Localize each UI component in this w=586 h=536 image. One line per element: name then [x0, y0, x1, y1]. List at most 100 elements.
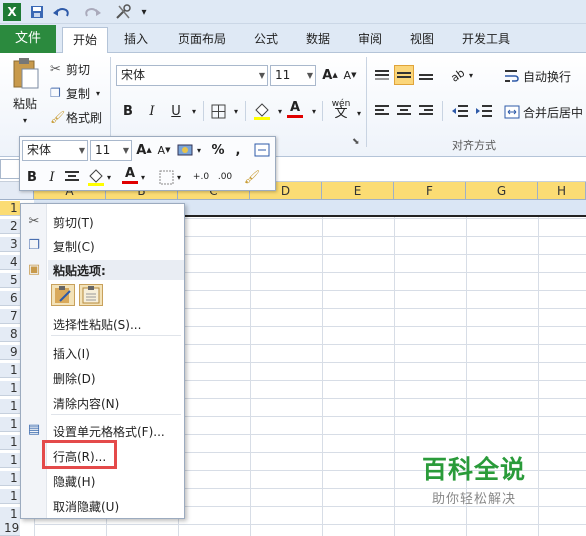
- mini-number-format-button[interactable]: [176, 140, 196, 160]
- borders-dropdown[interactable]: ▾: [226, 101, 246, 121]
- menu-item-copy[interactable]: 复制(C): [53, 238, 95, 255]
- mini-comma-button[interactable]: ,: [228, 140, 248, 160]
- menu-item-delete[interactable]: 删除(D): [53, 370, 96, 387]
- row-header[interactable]: 6: [0, 291, 20, 306]
- align-middle-button[interactable]: [394, 65, 414, 85]
- bold-button[interactable]: B: [118, 101, 138, 121]
- mini-grow-font-button[interactable]: A ▲: [134, 140, 154, 160]
- font-color-button[interactable]: A: [285, 99, 305, 119]
- wrap-text-button[interactable]: 自动换行: [504, 67, 571, 85]
- row-header[interactable]: 4: [0, 255, 20, 270]
- save-button[interactable]: [28, 3, 46, 21]
- merge-center-button[interactable]: 合并后居中: [504, 103, 583, 121]
- row-header[interactable]: 9: [0, 345, 20, 360]
- grow-font-button[interactable]: A ▲: [320, 65, 340, 85]
- column-header[interactable]: E: [322, 182, 394, 200]
- menu-item-format-cells[interactable]: 设置单元格格式(F)...: [53, 423, 165, 440]
- fill-color-button[interactable]: [252, 101, 272, 121]
- menu-item-clear-contents[interactable]: 清除内容(N): [53, 395, 119, 412]
- underline-button[interactable]: U: [166, 101, 186, 121]
- mini-borders-button[interactable]: [156, 167, 176, 187]
- row-header[interactable]: 1: [0, 507, 20, 522]
- row-header[interactable]: 1: [0, 381, 20, 396]
- increase-indent-button[interactable]: [474, 101, 494, 121]
- tab-formulas[interactable]: 公式: [246, 27, 286, 53]
- tools-button[interactable]: [113, 3, 135, 21]
- mini-font-combo[interactable]: 宋体 ▼: [22, 140, 88, 161]
- tab-data[interactable]: 数据: [298, 27, 338, 53]
- row-header[interactable]: 1: [0, 453, 20, 468]
- menu-item-insert[interactable]: 插入(I): [53, 345, 90, 362]
- orientation-dropdown[interactable]: ▾: [466, 65, 476, 85]
- align-center-button[interactable]: [394, 101, 414, 121]
- mini-italic-button[interactable]: I: [42, 167, 62, 187]
- phonetic-button[interactable]: wén 文: [326, 99, 356, 120]
- mini-number-format-dropdown[interactable]: ▾: [194, 140, 204, 160]
- row-header[interactable]: 1: [0, 489, 20, 504]
- copy-button[interactable]: ❐ 复制 ▾: [50, 84, 100, 102]
- mini-font-color-button[interactable]: A: [120, 165, 140, 185]
- shrink-font-button[interactable]: A ▼: [340, 65, 360, 85]
- format-painter-button[interactable]: 🖌 格式刷: [50, 108, 102, 126]
- italic-button[interactable]: I: [142, 101, 162, 121]
- align-top-button[interactable]: [372, 65, 392, 85]
- mini-center-button[interactable]: [62, 167, 82, 187]
- mini-percent-button[interactable]: %: [208, 140, 228, 160]
- mini-font-color-dropdown[interactable]: ▾: [138, 167, 148, 187]
- row-header[interactable]: 1: [0, 417, 20, 432]
- tab-developer[interactable]: 开发工具: [454, 27, 518, 53]
- mini-fill-dropdown[interactable]: ▾: [104, 167, 114, 187]
- column-header[interactable]: F: [394, 182, 466, 200]
- paste-button[interactable]: 粘贴 ▾: [6, 57, 44, 137]
- borders-button[interactable]: [208, 101, 228, 121]
- mini-merge-button[interactable]: [252, 140, 272, 160]
- font-name-combo[interactable]: 宋体 ▼: [116, 65, 268, 86]
- align-left-button[interactable]: [372, 101, 392, 121]
- menu-item-cut[interactable]: 剪切(T): [53, 214, 94, 231]
- customize-qat-button[interactable]: ▾: [138, 3, 150, 21]
- row-header[interactable]: 8: [0, 327, 20, 342]
- mini-format-painter-button[interactable]: 🖌: [242, 167, 262, 187]
- mini-shrink-font-button[interactable]: A ▼: [154, 140, 174, 160]
- row-header[interactable]: 1: [0, 399, 20, 414]
- menu-item-hide[interactable]: 隐藏(H): [53, 473, 95, 490]
- paste-option-default-button[interactable]: [51, 284, 75, 306]
- underline-dropdown[interactable]: ▾: [184, 101, 204, 121]
- orientation-button[interactable]: ab: [448, 65, 468, 85]
- row-header[interactable]: 1: [0, 201, 20, 216]
- mini-size-combo[interactable]: 11 ▼: [90, 140, 132, 161]
- cut-button[interactable]: ✂ 剪切: [50, 60, 90, 78]
- column-header[interactable]: H: [538, 182, 586, 200]
- tab-file[interactable]: 文件: [0, 25, 56, 53]
- tab-insert[interactable]: 插入: [116, 27, 156, 53]
- row-header[interactable]: 3: [0, 237, 20, 252]
- paste-option-values-button[interactable]: [79, 284, 103, 306]
- mini-fill-color-button[interactable]: [86, 167, 106, 187]
- mini-borders-dropdown[interactable]: ▾: [174, 167, 184, 187]
- row-header[interactable]: 7: [0, 309, 20, 324]
- row-header[interactable]: 1: [0, 435, 20, 450]
- decrease-indent-button[interactable]: [450, 101, 470, 121]
- row-header[interactable]: 5: [0, 273, 20, 288]
- font-color-dropdown[interactable]: ▾: [304, 101, 324, 121]
- font-size-combo[interactable]: 11 ▼: [270, 65, 316, 86]
- row-header[interactable]: 2: [0, 219, 20, 234]
- menu-item-unhide[interactable]: 取消隐藏(U): [53, 498, 119, 515]
- tab-review[interactable]: 审阅: [350, 27, 390, 53]
- menu-item-paste-special[interactable]: 选择性粘贴(S)...: [53, 316, 141, 333]
- tab-view[interactable]: 视图: [402, 27, 442, 53]
- row-header[interactable]: 1: [0, 363, 20, 378]
- tab-home[interactable]: 开始: [62, 27, 108, 54]
- mini-decrease-decimal-button[interactable]: .00: [214, 167, 236, 187]
- mini-bold-button[interactable]: B: [22, 167, 42, 187]
- column-header[interactable]: G: [466, 182, 538, 200]
- align-bottom-button[interactable]: [416, 65, 436, 85]
- row-header[interactable]: 1: [0, 471, 20, 486]
- row-header[interactable]: 19: [0, 521, 20, 536]
- align-right-button[interactable]: [416, 101, 436, 121]
- redo-button[interactable]: [80, 3, 104, 21]
- phonetic-dropdown[interactable]: ▾: [354, 103, 364, 123]
- tab-page-layout[interactable]: 页面布局: [170, 27, 234, 53]
- mini-increase-decimal-button[interactable]: +.0: [190, 167, 212, 187]
- undo-button[interactable]: [50, 3, 74, 21]
